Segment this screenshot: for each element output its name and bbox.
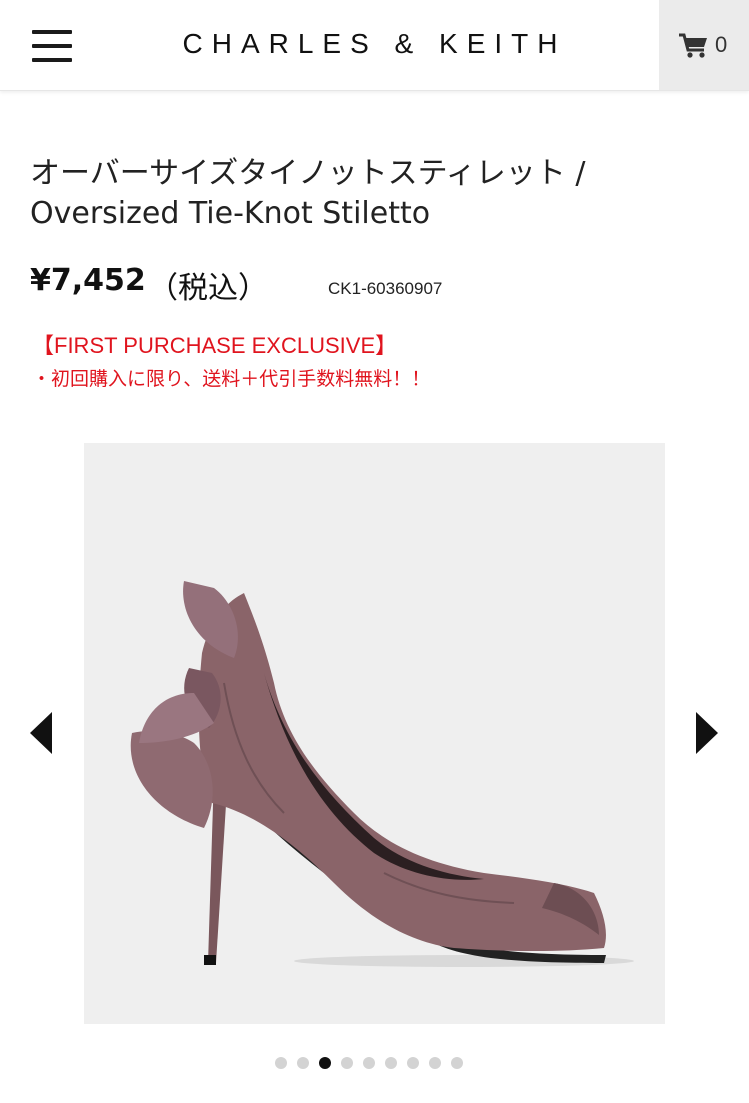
product-price: ¥7,452 [30, 263, 146, 298]
carousel-dot[interactable] [319, 1057, 331, 1069]
chevron-left-icon[interactable] [26, 710, 56, 756]
shopping-cart-icon [679, 33, 707, 58]
promo-note: ・初回購入に限り、送料＋代引手数料無料！！ [32, 368, 431, 390]
carousel-dot[interactable] [363, 1057, 375, 1069]
carousel-dots [275, 1057, 475, 1071]
carousel-dot[interactable] [341, 1057, 353, 1069]
promo-title: 【FIRST PURCHASE EXCLUSIVE】 [32, 333, 398, 358]
menu-bar [32, 44, 72, 48]
product-image[interactable] [84, 443, 665, 1024]
menu-bar [32, 58, 72, 62]
tax-label: （税込） [148, 271, 268, 306]
carousel-dot[interactable] [275, 1057, 287, 1069]
cart-count: 0 [715, 32, 728, 57]
carousel-dot[interactable] [429, 1057, 441, 1069]
stiletto-shoe-image [130, 581, 634, 967]
product-title-en: Oversized Tie-Knot Stiletto [30, 196, 431, 231]
brand-logo[interactable]: CHARLES & KEITH [183, 28, 567, 59]
product-page: CHARLES & KEITH 0 オーバーサイズタイノットスティレット / O… [0, 0, 749, 1103]
cart-button[interactable]: 0 [659, 0, 749, 90]
product-title-ja: オーバーサイズタイノットスティレット / [30, 156, 586, 191]
carousel-dot[interactable] [407, 1057, 419, 1069]
chevron-right-icon[interactable] [692, 710, 722, 756]
carousel-dot[interactable] [451, 1057, 463, 1069]
menu-bar [32, 30, 72, 34]
carousel-dot[interactable] [297, 1057, 309, 1069]
carousel-dot[interactable] [385, 1057, 397, 1069]
brand-logo-wrapper: CHARLES & KEITH [0, 28, 749, 60]
hamburger-menu-icon[interactable] [28, 26, 76, 66]
product-sku: CK1-60360907 [328, 279, 443, 298]
site-header: CHARLES & KEITH 0 [0, 0, 749, 91]
product-title: オーバーサイズタイノットスティレット / Oversized Tie-Knot … [30, 154, 720, 234]
